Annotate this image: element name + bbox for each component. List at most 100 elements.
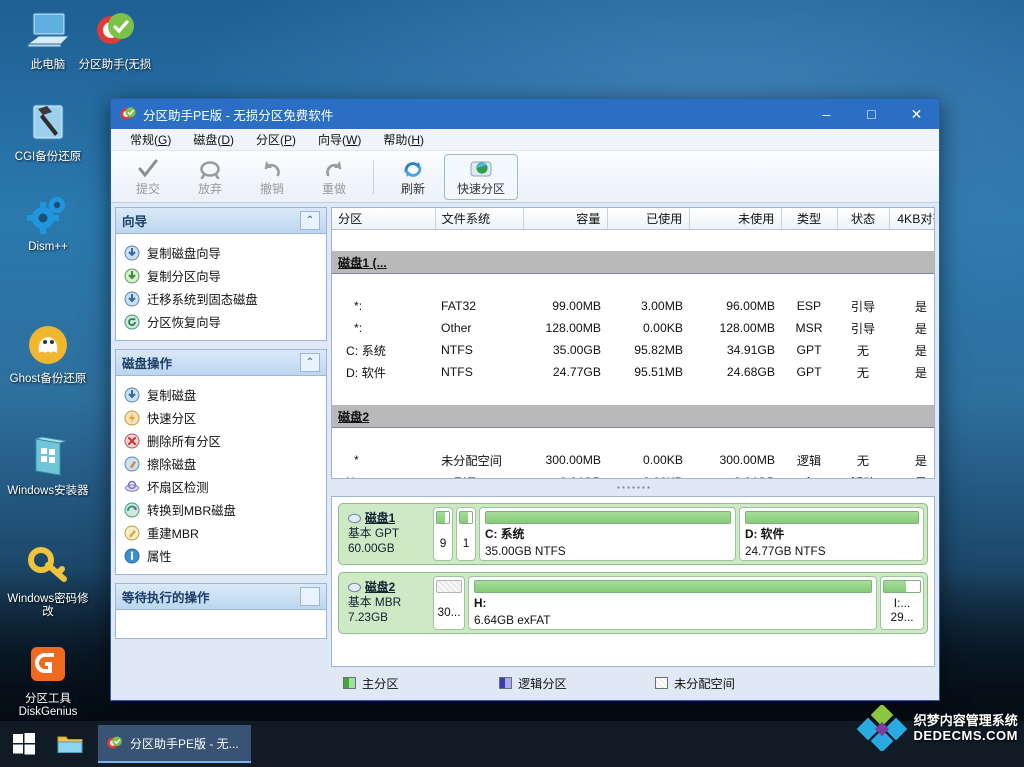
refresh-button[interactable]: 刷新 — [382, 154, 444, 200]
partition-table: 分区 文件系统 容量 已使用 未使用 类型 状态 4KB对齐 — [332, 208, 934, 478]
cell-aligned: 是 — [914, 366, 928, 380]
toolbar-separator — [373, 159, 374, 194]
sidebar-item-partition-recovery-wizard[interactable]: 分区恢复向导 — [124, 310, 322, 333]
cell-type: 逻辑 — [796, 454, 822, 468]
col-used[interactable]: 已使用 — [607, 208, 690, 230]
sidebar-item-delete-all-partitions[interactable]: 删除所有分区 — [124, 429, 322, 452]
cell-filesystem: NTFS — [441, 365, 473, 379]
menu-wizard[interactable]: 向导(W) — [307, 129, 372, 150]
map-part-i[interactable]: I:... 29... — [880, 576, 924, 630]
desktop-icon-ghost-backup[interactable]: Ghost备份还原 — [2, 320, 94, 386]
map-part-c[interactable]: C: 系统 35.00GB NTFS — [479, 507, 736, 561]
menu-help[interactable]: 帮助(H) — [372, 129, 435, 150]
disk-bar-2[interactable]: 磁盘2 基本 MBR 7.23GB 30... H: 6.64GB exFAT — [338, 572, 928, 634]
sidebar-item-rebuild-mbr[interactable]: 重建MBR — [124, 521, 322, 544]
wipe-icon — [124, 456, 140, 471]
sidebar-item-quick-partition[interactable]: 快速分区 — [124, 406, 322, 429]
table-row[interactable]: *: FAT32 99.00MB 3.00MB 96.00MB ESP 引导 是 — [332, 295, 934, 317]
undo-button[interactable]: 撤销 — [241, 154, 303, 200]
collapse-icon[interactable] — [300, 587, 320, 606]
desktop-icon-windows-password[interactable]: Windows密码修改 — [2, 540, 94, 619]
discard-icon — [199, 157, 221, 179]
collapse-icon[interactable]: ⌃ — [300, 211, 320, 230]
discard-button[interactable]: 放弃 — [179, 154, 241, 200]
cell-used: 0.00KB — [643, 321, 683, 335]
watermark-text: 织梦内容管理系统 DEDECMS.COM — [914, 713, 1018, 743]
wizard-panel: 向导 ⌃ 复制磁盘向导 复制分区向导 迁移系统到固态磁盘 分区恢复向导 — [115, 207, 327, 341]
map-part-h[interactable]: H: 6.64GB exFAT — [468, 576, 877, 630]
panel-splitter[interactable] — [331, 482, 935, 493]
sidebar-item-bad-sector-check[interactable]: 坏扇区检测 — [124, 475, 322, 498]
table-row[interactable]: D: 软件 NTFS 24.77GB 95.51MB 24.68GB GPT 无… — [332, 361, 934, 383]
col-status[interactable]: 状态 — [837, 208, 890, 230]
taskbar-item-partition-assistant[interactable]: 分区助手PE版 - 无... — [98, 725, 251, 763]
disk-copy-icon — [124, 245, 140, 260]
cell-type: GPT — [796, 343, 822, 357]
usage-meter — [883, 580, 921, 593]
sidebar-item-copy-partition-wizard[interactable]: 复制分区向导 — [124, 264, 322, 287]
ghost-icon — [2, 320, 94, 370]
disk-group-2-header[interactable]: 磁盘2 — [332, 405, 934, 428]
col-type[interactable]: 类型 — [781, 208, 838, 230]
col-partition[interactable]: 分区 — [332, 208, 436, 230]
sidebar-item-wipe-disk[interactable]: 擦除磁盘 — [124, 452, 322, 475]
map-part-info: 30... — [437, 605, 461, 619]
close-button[interactable]: ✕ — [894, 99, 939, 129]
usage-meter — [436, 580, 462, 593]
desktop-icon-diskgenius[interactable]: 分区工具DiskGenius — [2, 640, 94, 719]
menu-disk[interactable]: 磁盘(D) — [182, 129, 245, 150]
map-part-esp[interactable]: 9 — [433, 507, 453, 561]
quick-partition-button[interactable]: 快速分区 — [444, 153, 518, 200]
cell-unused: 96.00MB — [726, 299, 775, 313]
desktop-icon-partition-assistant[interactable]: 分区助手(无损 — [72, 6, 158, 72]
minimize-button[interactable]: – — [804, 99, 849, 129]
table-row[interactable]: * 未分配空间 300.00MB 0.00KB 300.00MB 逻辑 无 是 — [332, 449, 934, 471]
map-part-msr[interactable]: 1 — [456, 507, 476, 561]
sidebar-item-migrate-os-ssd[interactable]: 迁移系统到固态磁盘 — [124, 287, 322, 310]
watermark-logo-icon — [856, 705, 907, 751]
watermark-line1: 织梦内容管理系统 — [913, 713, 1018, 728]
table-row[interactable]: C: 系统 NTFS 35.00GB 95.82MB 34.91GB GPT 无… — [332, 339, 934, 361]
desktop-icon-dism-plus[interactable]: Dism++ — [2, 188, 94, 254]
map-part-info: 6.64GB exFAT — [474, 613, 551, 627]
content-area: 分区 文件系统 容量 已使用 未使用 类型 状态 4KB对齐 — [331, 207, 935, 696]
desktop-icon-cgi-backup[interactable]: CGI备份还原 — [2, 98, 94, 164]
menu-general[interactable]: 常规(G) — [119, 129, 182, 150]
map-part-unalloc[interactable]: 30... — [433, 576, 465, 630]
start-button[interactable] — [0, 721, 48, 767]
col-capacity[interactable]: 容量 — [523, 208, 608, 230]
sidebar-item-convert-to-mbr[interactable]: 转换到MBR磁盘 — [124, 498, 322, 521]
sidebar-item-label: 删除所有分区 — [147, 434, 221, 449]
sidebar-item-properties[interactable]: 属性 — [124, 544, 322, 567]
sidebar-item-copy-disk-wizard[interactable]: 复制磁盘向导 — [124, 241, 322, 264]
windows-box-icon — [2, 432, 94, 482]
window-titlebar[interactable]: 分区助手PE版 - 无损分区免费软件 – □ ✕ — [111, 99, 939, 129]
maximize-button[interactable]: □ — [849, 99, 894, 129]
map-part-d[interactable]: D: 软件 24.77GB NTFS — [738, 507, 924, 561]
legend-label: 未分配空间 — [674, 677, 735, 691]
wizard-panel-header[interactable]: 向导 ⌃ — [116, 208, 326, 234]
col-4kb[interactable]: 4KB对齐 — [889, 208, 934, 230]
commit-button[interactable]: 提交 — [117, 154, 179, 200]
desktop-icon-label: 分区工具DiskGenius — [18, 693, 78, 718]
disk-ops-panel-header[interactable]: 磁盘操作 ⌃ — [116, 350, 326, 376]
table-row[interactable]: *: Other 128.00MB 0.00KB 128.00MB MSR 引导… — [332, 317, 934, 339]
delete-icon — [124, 433, 140, 448]
sidebar-item-label: 复制分区向导 — [147, 269, 221, 284]
cell-status: 引导 — [850, 300, 876, 314]
migrate-icon — [124, 291, 140, 306]
disk-group-1-header[interactable]: 磁盘1 (... — [332, 251, 934, 274]
redo-button[interactable]: 重做 — [303, 154, 365, 200]
map-part-info: 1 — [462, 536, 470, 550]
folder-icon — [57, 736, 83, 753]
table-row[interactable]: H: exFAT 6.64GB 0.00KB 6.64GB 主 活动 是 — [332, 471, 934, 478]
col-filesystem[interactable]: 文件系统 — [435, 208, 524, 230]
file-explorer-button[interactable] — [48, 721, 92, 767]
col-unused[interactable]: 未使用 — [689, 208, 782, 230]
collapse-icon[interactable]: ⌃ — [300, 353, 320, 372]
sidebar-item-copy-disk[interactable]: 复制磁盘 — [124, 383, 322, 406]
menu-partition[interactable]: 分区(P) — [245, 129, 307, 150]
desktop-icon-windows-installer[interactable]: Windows安装器 — [2, 432, 94, 498]
pending-ops-panel-header[interactable]: 等待执行的操作 — [116, 584, 326, 610]
disk-bar-1[interactable]: 磁盘1 基本 GPT 60.00GB 9 1 C: 系统 35.00GB NTF… — [338, 503, 928, 565]
